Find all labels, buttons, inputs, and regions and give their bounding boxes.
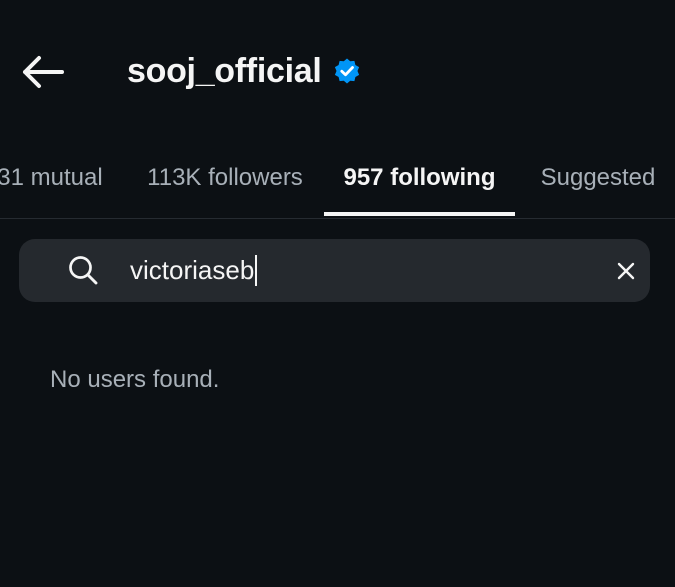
tab-suggested[interactable]: Suggested (532, 140, 664, 216)
tab-following-label: 957 following (343, 164, 496, 191)
empty-results-message: No users found. (50, 366, 220, 393)
search-query: victoriaseb (130, 255, 255, 285)
tab-followers-label: 113K followers (147, 164, 303, 191)
profile-header: sooj_official (0, 0, 675, 140)
tab-mutual-label: 31 mutual (0, 164, 103, 191)
search-icon (69, 256, 98, 285)
profile-title-group: sooj_official (127, 50, 361, 92)
tab-mutual[interactable]: 31 mutual (0, 140, 103, 216)
text-caret (255, 255, 258, 286)
verified-badge-icon (333, 57, 361, 85)
active-tab-indicator (324, 212, 515, 216)
arrow-left-icon (23, 56, 64, 88)
back-button[interactable] (18, 50, 66, 94)
tab-followers[interactable]: 113K followers (145, 140, 305, 216)
search-input[interactable]: victoriaseb (130, 252, 258, 289)
follow-tabs: 31 mutual 113K followers 957 following S… (0, 140, 675, 219)
close-icon (617, 262, 635, 280)
search-box[interactable]: victoriaseb (19, 239, 650, 302)
tab-suggested-label: Suggested (540, 164, 656, 191)
tab-following[interactable]: 957 following (324, 140, 515, 216)
page-title: sooj_official (127, 51, 322, 90)
clear-search-button[interactable] (608, 255, 644, 287)
